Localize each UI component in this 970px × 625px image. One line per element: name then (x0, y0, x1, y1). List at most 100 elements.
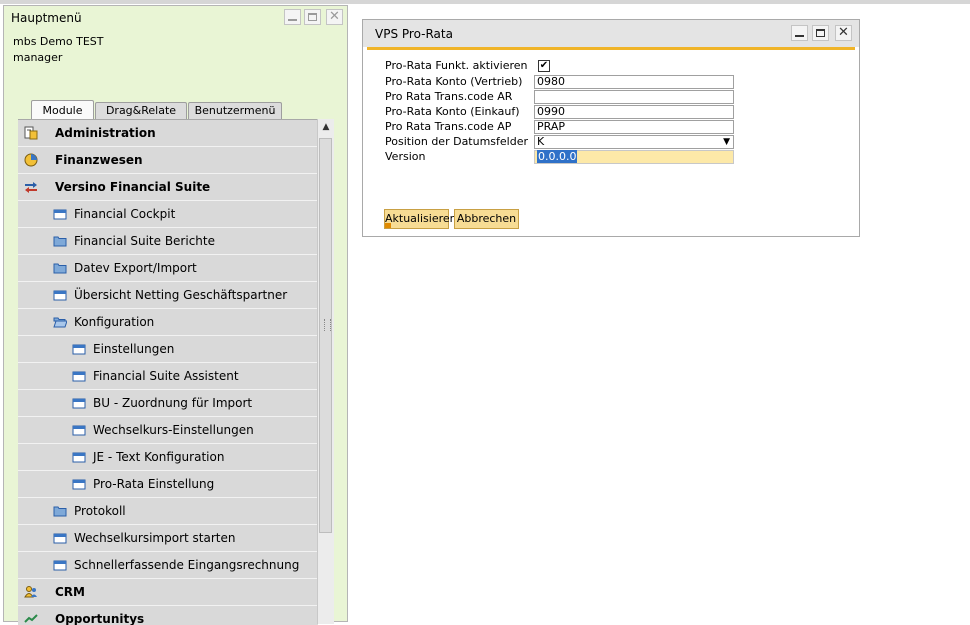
form-icon (72, 425, 86, 436)
module-tree-scrollbar[interactable]: ▲ (317, 119, 334, 624)
menu-item-label: Versino Financial Suite (55, 180, 211, 194)
main-menu-minimize-button[interactable] (284, 9, 301, 25)
form-icon (53, 209, 67, 220)
menu-item-crm[interactable]: CRM (18, 579, 318, 606)
folder-icon (53, 506, 67, 517)
menu-item-uebersicht-netting[interactable]: Übersicht Netting Geschäftspartner (18, 282, 318, 309)
tab-drag-relate[interactable]: Drag&Relate (95, 102, 187, 120)
menu-item-schnellerfassende-eingangsrechnung[interactable]: Schnellerfassende Eingangsrechnung (18, 552, 318, 579)
menu-item-versino-financial-suite[interactable]: Versino Financial Suite (18, 174, 318, 201)
crm-people-icon (24, 586, 37, 598)
grip-icon (324, 319, 331, 331)
chevron-down-icon[interactable]: ▼ (723, 136, 730, 148)
form-icon (72, 479, 86, 490)
account-sales-label: Pro-Rata Konto (Vertrieb) (385, 75, 523, 88)
menu-item-label: Wechselkurs-Einstellungen (93, 423, 254, 437)
menu-item-bu-zuordnung[interactable]: BU - Zuordnung für Import (18, 390, 318, 417)
arrows-module-icon (25, 182, 37, 193)
form-icon (53, 560, 67, 571)
main-menu-window: Hauptmenü ✕ mbs Demo TEST manager Module… (3, 5, 348, 625)
menu-item-einstellungen[interactable]: Einstellungen (18, 336, 318, 363)
menu-item-label: Schnellerfassende Eingangsrechnung (74, 558, 300, 572)
transcode-ap-field[interactable]: PRAP (534, 120, 734, 134)
menu-item-opportunitys[interactable]: Opportunitys (18, 606, 318, 625)
user-name: manager (13, 51, 63, 64)
activate-checkbox[interactable]: ✔ (538, 60, 550, 72)
main-menu-maximize-button[interactable] (304, 9, 321, 25)
administration-icon (24, 126, 38, 140)
dialog-maximize-button[interactable] (812, 25, 829, 41)
main-menu-title: Hauptmenü (11, 11, 82, 25)
update-button-label: Aktualisieren (385, 212, 457, 225)
menu-item-label: Financial Cockpit (74, 207, 176, 221)
date-position-value: K (537, 135, 545, 148)
menu-item-label: Einstellungen (93, 342, 175, 356)
menu-item-label: Administration (55, 126, 156, 140)
account-purchase-field[interactable]: 0990 (534, 105, 734, 119)
dialog-minimize-button[interactable] (791, 25, 808, 41)
menu-item-label: Financial Suite Assistent (93, 369, 239, 383)
dialog-close-button[interactable]: ✕ (835, 25, 852, 41)
dialog-accent-bar (367, 47, 855, 50)
dialog-titlebar[interactable]: VPS Pro-Rata ✕ (363, 20, 859, 47)
menu-item-wechselkurs-einstellungen[interactable]: Wechselkurs-Einstellungen (18, 417, 318, 444)
menu-item-financial-cockpit[interactable]: Financial Cockpit (18, 201, 318, 228)
finance-pie-icon (24, 153, 38, 167)
account-purchase-label: Pro-Rata Konto (Einkauf) (385, 105, 520, 118)
menu-item-konfiguration[interactable]: Konfiguration (18, 309, 318, 336)
form-icon (72, 371, 86, 382)
menu-item-label: Wechselkursimport starten (74, 531, 236, 545)
form-icon (53, 290, 67, 301)
version-label: Version (385, 150, 426, 163)
menu-item-administration[interactable]: Administration (18, 120, 318, 147)
transcode-ar-label: Pro Rata Trans.code AR (385, 90, 513, 103)
module-tree: Administration Finanzwesen Versino Finan… (18, 119, 318, 625)
pro-rata-dialog: VPS Pro-Rata ✕ Pro-Rata Funkt. aktiviere… (362, 19, 860, 237)
menu-item-label: Financial Suite Berichte (74, 234, 215, 248)
maximize-icon (308, 13, 317, 21)
transcode-ar-field[interactable] (534, 90, 734, 104)
scroll-thumb[interactable] (319, 138, 332, 533)
main-menu-close-button[interactable]: ✕ (326, 9, 343, 25)
company-name: mbs Demo TEST (13, 35, 104, 48)
menu-item-je-text-konfiguration[interactable]: JE - Text Konfiguration (18, 444, 318, 471)
menu-item-label: Pro-Rata Einstellung (93, 477, 215, 491)
account-sales-field[interactable]: 0980 (534, 75, 734, 89)
menu-item-finanzwesen[interactable]: Finanzwesen (18, 147, 318, 174)
form-icon (53, 533, 67, 544)
scroll-up-arrow-icon[interactable]: ▲ (318, 119, 334, 135)
menu-item-label: CRM (55, 585, 85, 599)
minimize-icon (288, 19, 297, 21)
menu-item-label: Protokoll (74, 504, 126, 518)
folder-icon (53, 263, 67, 274)
menu-item-pro-rata-einstellung[interactable]: Pro-Rata Einstellung (18, 471, 318, 498)
focus-indicator (385, 223, 391, 228)
date-position-select[interactable]: K ▼ (534, 135, 734, 149)
top-divider (0, 0, 970, 4)
folder-icon (53, 236, 67, 247)
menu-item-financial-suite-assistent[interactable]: Financial Suite Assistent (18, 363, 318, 390)
menu-item-label: Opportunitys (55, 612, 145, 625)
form-icon (72, 344, 86, 355)
menu-item-financial-suite-berichte[interactable]: Financial Suite Berichte (18, 228, 318, 255)
version-field[interactable]: 0.0.0.0 (534, 150, 734, 164)
version-value: 0.0.0.0 (537, 150, 578, 163)
tab-benutzermenue[interactable]: Benutzermenü (188, 102, 282, 120)
cancel-button[interactable]: Abbrechen (454, 209, 519, 229)
form-icon (72, 452, 86, 463)
folder-open-icon (53, 317, 67, 328)
opportunity-icon (24, 614, 38, 623)
menu-item-wechselkursimport-starten[interactable]: Wechselkursimport starten (18, 525, 318, 552)
menu-item-label: JE - Text Konfiguration (93, 450, 225, 464)
menu-item-label: Konfiguration (74, 315, 155, 329)
maximize-icon (816, 29, 825, 37)
form-icon (72, 398, 86, 409)
activate-label: Pro-Rata Funkt. aktivieren (385, 59, 528, 72)
close-icon: ✕ (329, 9, 340, 24)
tab-module[interactable]: Module (31, 100, 94, 120)
update-button[interactable]: Aktualisieren (384, 209, 457, 229)
menu-item-label: BU - Zuordnung für Import (93, 396, 253, 410)
menu-item-datev-export-import[interactable]: Datev Export/Import (18, 255, 318, 282)
menu-item-label: Finanzwesen (55, 153, 143, 167)
menu-item-protokoll[interactable]: Protokoll (18, 498, 318, 525)
